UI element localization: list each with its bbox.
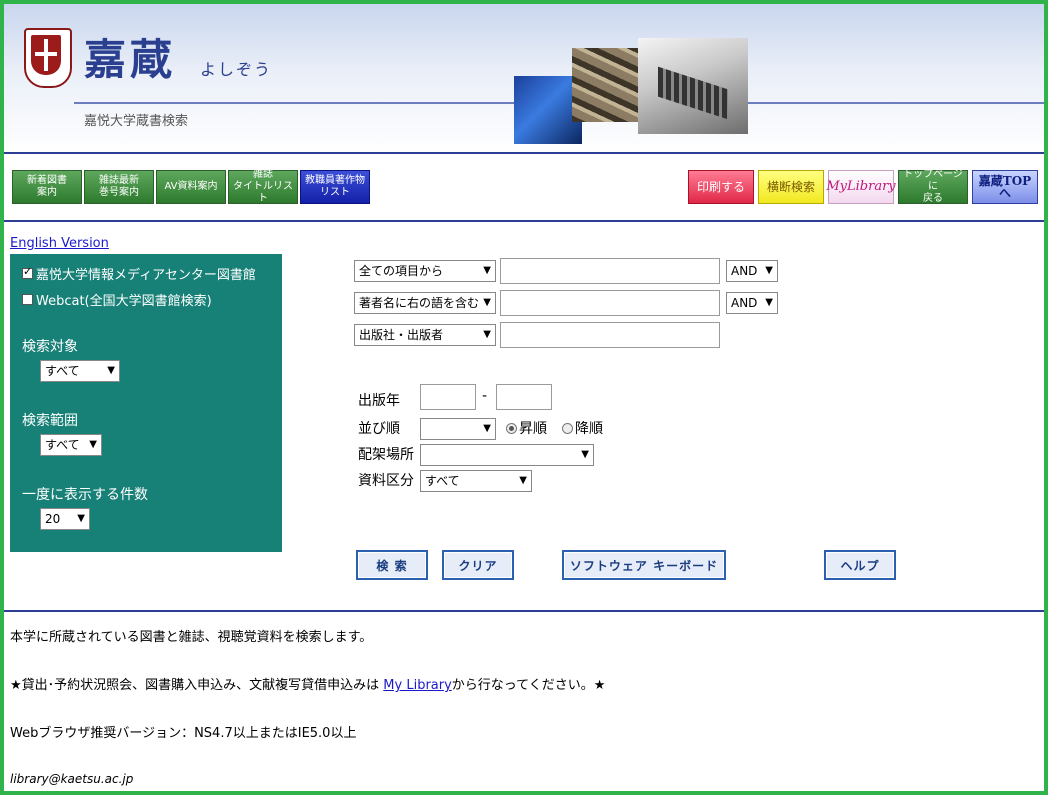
field-select-3[interactable]: 出版社・出版者 ▼ xyxy=(354,324,496,346)
radio-unselected-icon[interactable] xyxy=(562,422,573,434)
pub-year-label: 出版年 xyxy=(358,393,400,409)
sort-label: 並び順 xyxy=(358,421,400,437)
back-to-top-page-button[interactable]: トップページに 戻る xyxy=(898,169,968,204)
material-type-select[interactable]: すべて ▼ xyxy=(420,470,532,492)
software-keyboard-button[interactable]: ソフトウェア キーボード xyxy=(562,550,726,580)
site-logo-text[interactable]: 嘉蔵 xyxy=(84,26,176,87)
sort-asc-radio[interactable]: 昇順 xyxy=(506,418,547,438)
dropdown-arrow-icon: ▼ xyxy=(765,265,773,276)
target-kaetsu-label: 嘉悦大学情報メディアセンター図書館 xyxy=(36,268,256,283)
nav-rule xyxy=(4,220,1044,222)
search-range-select[interactable]: すべて ▼ xyxy=(40,434,102,456)
location-label: 配架場所 xyxy=(358,447,414,463)
pub-year-to-input[interactable] xyxy=(496,384,552,410)
operator-select-2[interactable]: AND ▼ xyxy=(726,292,778,314)
contact-email[interactable]: library@kaetsu.ac.jp xyxy=(10,772,133,786)
my-library-button[interactable]: MyLibrary xyxy=(826,170,896,204)
header: 嘉蔵 よしぞう 嘉悦大学蔵書検索 xyxy=(4,4,1044,154)
target-webcat-label: Webcat(全国大学図書館検索) xyxy=(36,294,212,309)
dropdown-arrow-icon: ▼ xyxy=(107,365,115,376)
desc-label: 降順 xyxy=(575,421,603,437)
info-mylibrary-notice: ★貸出･予約状況照会、図書購入申込み、文献複写貸借申込みは My Library… xyxy=(10,678,606,693)
dropdown-arrow-icon: ▼ xyxy=(483,297,491,308)
search-button[interactable]: 検 索 xyxy=(356,550,428,580)
target-kaetsu-library[interactable]: 嘉悦大学情報メディアセンター図書館 xyxy=(22,264,256,283)
browser-recommendation: Webブラウザ推奨バージョン：NS4.7以上またはIE5.0以上 xyxy=(10,726,357,741)
help-button[interactable]: ヘルプ xyxy=(824,550,896,580)
my-library-link[interactable]: My Library xyxy=(383,678,452,693)
location-select[interactable]: ▼ xyxy=(420,444,594,466)
header-photo-books xyxy=(572,48,646,122)
dropdown-arrow-icon: ▼ xyxy=(483,329,491,340)
sort-select[interactable]: ▼ xyxy=(420,418,496,440)
footer-rule xyxy=(4,610,1044,612)
header-photo-keyboard xyxy=(638,38,748,134)
clear-button[interactable]: クリア xyxy=(442,550,514,580)
nav-journal-latest-button[interactable]: 雑誌最新 巻号案内 xyxy=(84,170,154,204)
search-target-select[interactable]: すべて ▼ xyxy=(40,360,120,382)
operator-select-1[interactable]: AND ▼ xyxy=(726,260,778,282)
page-frame: 嘉蔵 よしぞう 嘉悦大学蔵書検索 新着図書 案内 雑誌最新 巻号案内 AV資料案内 … xyxy=(0,0,1048,795)
year-range-dash: - xyxy=(482,388,488,404)
checkbox-unchecked-icon[interactable] xyxy=(22,294,33,305)
dropdown-arrow-icon: ▼ xyxy=(89,439,97,450)
yoshizo-top-button[interactable]: 嘉蔵TOPへ xyxy=(972,170,1038,204)
english-version-link[interactable]: English Version xyxy=(10,236,109,251)
field-select-1[interactable]: 全ての項目から ▼ xyxy=(354,260,496,282)
asc-label: 昇順 xyxy=(519,421,547,437)
info-description: 本学に所蔵されている図書と雑誌、視聴覚資料を検索します。 xyxy=(10,630,373,645)
keyword-input-3[interactable] xyxy=(500,322,720,348)
checkbox-checked-icon[interactable] xyxy=(22,265,33,279)
nav-av-materials-button[interactable]: AV資料案内 xyxy=(156,170,226,204)
radio-selected-icon[interactable] xyxy=(506,422,517,434)
target-webcat[interactable]: Webcat(全国大学図書館検索) xyxy=(22,290,212,309)
per-page-label: 一度に表示する件数 xyxy=(22,487,148,503)
dropdown-arrow-icon: ▼ xyxy=(581,449,589,460)
nav-new-books-button[interactable]: 新着図書 案内 xyxy=(12,170,82,204)
search-target-label: 検索対象 xyxy=(22,339,78,355)
sort-desc-radio[interactable]: 降順 xyxy=(562,418,603,438)
material-type-label: 資料区分 xyxy=(358,473,414,489)
per-page-select[interactable]: 20 ▼ xyxy=(40,508,90,530)
pub-year-from-input[interactable] xyxy=(420,384,476,410)
keyword-input-2[interactable] xyxy=(500,290,720,316)
search-options-panel: 嘉悦大学情報メディアセンター図書館 Webcat(全国大学図書館検索) 検索対象… xyxy=(10,254,282,552)
dropdown-arrow-icon: ▼ xyxy=(765,297,773,308)
dropdown-arrow-icon: ▼ xyxy=(77,513,85,524)
site-logo-kana: よしぞう xyxy=(200,60,273,79)
field-select-2[interactable]: 著者名に右の語を含む ▼ xyxy=(354,292,496,314)
nav-faculty-works-button[interactable]: 教職員著作物 リスト xyxy=(300,170,370,204)
dropdown-arrow-icon: ▼ xyxy=(483,423,491,434)
university-crest-logo xyxy=(24,28,72,88)
cross-search-button[interactable]: 横断検索 xyxy=(758,170,824,204)
site-subtitle: 嘉悦大学蔵書検索 xyxy=(84,114,189,129)
header-rule xyxy=(4,152,1044,154)
nav-journal-titles-button[interactable]: 雑誌 タイトルリスト xyxy=(228,169,298,204)
search-range-label: 検索範囲 xyxy=(22,413,78,429)
keyword-input-1[interactable] xyxy=(500,258,720,284)
print-button[interactable]: 印刷する xyxy=(688,170,754,204)
dropdown-arrow-icon: ▼ xyxy=(483,265,491,276)
dropdown-arrow-icon: ▼ xyxy=(519,475,527,486)
